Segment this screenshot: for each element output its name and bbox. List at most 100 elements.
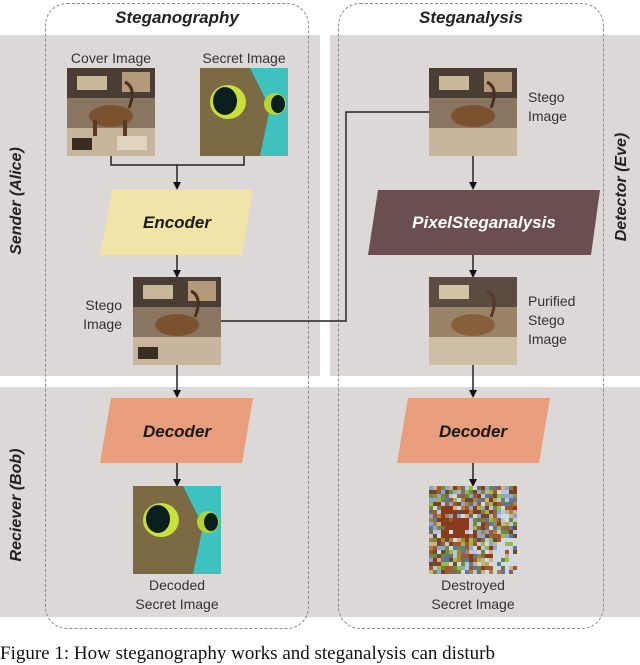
purified-label-line1: Purified xyxy=(528,293,576,309)
mosaic-tile xyxy=(453,490,457,494)
mosaic-tile xyxy=(481,550,485,554)
mosaic-tile xyxy=(505,498,509,502)
mosaic-tile xyxy=(437,550,441,554)
mosaic-tile xyxy=(485,534,489,538)
mosaic-tile xyxy=(477,550,481,554)
mosaic-tile xyxy=(481,558,485,562)
mosaic-tile xyxy=(509,550,513,554)
mosaic-tile xyxy=(465,534,469,538)
mosaic-tile xyxy=(469,558,473,562)
mosaic-tile xyxy=(461,558,465,562)
mosaic-tile xyxy=(449,526,453,530)
mosaic-tile xyxy=(497,502,501,506)
mosaic-tile xyxy=(429,530,433,534)
mosaic-tile xyxy=(489,526,493,530)
mosaic-tile xyxy=(441,506,445,510)
mosaic-tile xyxy=(493,542,497,546)
mosaic-tile xyxy=(453,550,457,554)
mosaic-tile xyxy=(473,518,477,522)
mosaic-tile xyxy=(505,570,509,574)
mosaic-tile xyxy=(509,526,513,530)
mosaic-tile xyxy=(441,570,445,574)
mosaic-tile xyxy=(513,506,517,510)
mosaic-tile xyxy=(477,526,481,530)
mosaic-tile xyxy=(457,570,461,574)
mosaic-tile xyxy=(481,554,485,558)
mosaic-tile xyxy=(437,490,441,494)
mosaic-tile xyxy=(493,570,497,574)
mosaic-tile xyxy=(509,530,513,534)
purified-stego-image xyxy=(429,277,517,365)
mosaic-tile xyxy=(497,534,501,538)
mosaic-tile xyxy=(489,494,493,498)
mosaic-tile xyxy=(437,558,441,562)
mosaic-tile xyxy=(437,502,441,506)
mosaic-tile xyxy=(449,494,453,498)
purified-label-line3: Image xyxy=(528,331,567,347)
mosaic-tile xyxy=(441,554,445,558)
mosaic-tile xyxy=(445,562,449,566)
mosaic-tile xyxy=(509,506,513,510)
mosaic-tile xyxy=(465,562,469,566)
mosaic-tile xyxy=(497,538,501,542)
mosaic-tile xyxy=(449,514,453,518)
mosaic-tile xyxy=(445,530,449,534)
mosaic-tile xyxy=(437,498,441,502)
mosaic-tile xyxy=(433,510,437,514)
mosaic-tile xyxy=(505,550,509,554)
mosaic-tile xyxy=(505,530,509,534)
decoder-left-label: Decoder xyxy=(143,422,212,441)
mosaic-tile xyxy=(445,494,449,498)
mosaic-tile xyxy=(461,542,465,546)
mosaic-tile xyxy=(457,498,461,502)
mosaic-tile xyxy=(453,546,457,550)
mosaic-tile xyxy=(501,522,505,526)
mosaic-tile xyxy=(477,538,481,542)
mosaic-tile xyxy=(453,494,457,498)
mosaic-tile xyxy=(497,514,501,518)
mosaic-tile xyxy=(445,554,449,558)
mosaic-tile xyxy=(493,518,497,522)
mosaic-tile xyxy=(465,514,469,518)
mosaic-tile xyxy=(465,502,469,506)
mosaic-tile xyxy=(501,562,505,566)
mosaic-tile xyxy=(457,550,461,554)
mosaic-tile xyxy=(469,550,473,554)
mosaic-tile xyxy=(429,490,433,494)
mosaic-tile xyxy=(453,530,457,534)
mosaic-tile xyxy=(493,526,497,530)
mosaic-tile xyxy=(441,498,445,502)
mosaic-tile xyxy=(449,566,453,570)
mosaic-tile xyxy=(429,522,433,526)
mosaic-tile xyxy=(473,562,477,566)
mosaic-tile xyxy=(469,518,473,522)
mosaic-tile xyxy=(469,542,473,546)
mosaic-tile xyxy=(493,494,497,498)
mosaic-tile xyxy=(481,502,485,506)
mosaic-tile xyxy=(461,510,465,514)
mosaic-tile xyxy=(481,526,485,530)
mosaic-tile xyxy=(485,554,489,558)
mosaic-tile xyxy=(449,558,453,562)
mosaic-tile xyxy=(509,510,513,514)
mosaic-tile xyxy=(501,566,505,570)
mosaic-tile xyxy=(453,570,457,574)
mosaic-tile xyxy=(469,546,473,550)
mosaic-tile xyxy=(445,570,449,574)
mosaic-tile xyxy=(473,530,477,534)
mosaic-tile xyxy=(461,550,465,554)
destroyed-label-line2: Secret Image xyxy=(431,596,515,612)
decoded-label-line2: Secret Image xyxy=(135,596,219,612)
stego-right-label-line2: Image xyxy=(528,108,567,124)
mosaic-tile xyxy=(481,510,485,514)
mosaic-tile xyxy=(441,522,445,526)
mosaic-tile xyxy=(493,530,497,534)
mosaic-tile xyxy=(469,514,473,518)
mosaic-tile xyxy=(505,502,509,506)
mosaic-tile xyxy=(505,494,509,498)
mosaic-tile xyxy=(485,562,489,566)
mosaic-tile xyxy=(445,522,449,526)
mosaic-tile xyxy=(453,526,457,530)
mosaic-tile xyxy=(485,538,489,542)
mosaic-tile xyxy=(477,486,481,490)
